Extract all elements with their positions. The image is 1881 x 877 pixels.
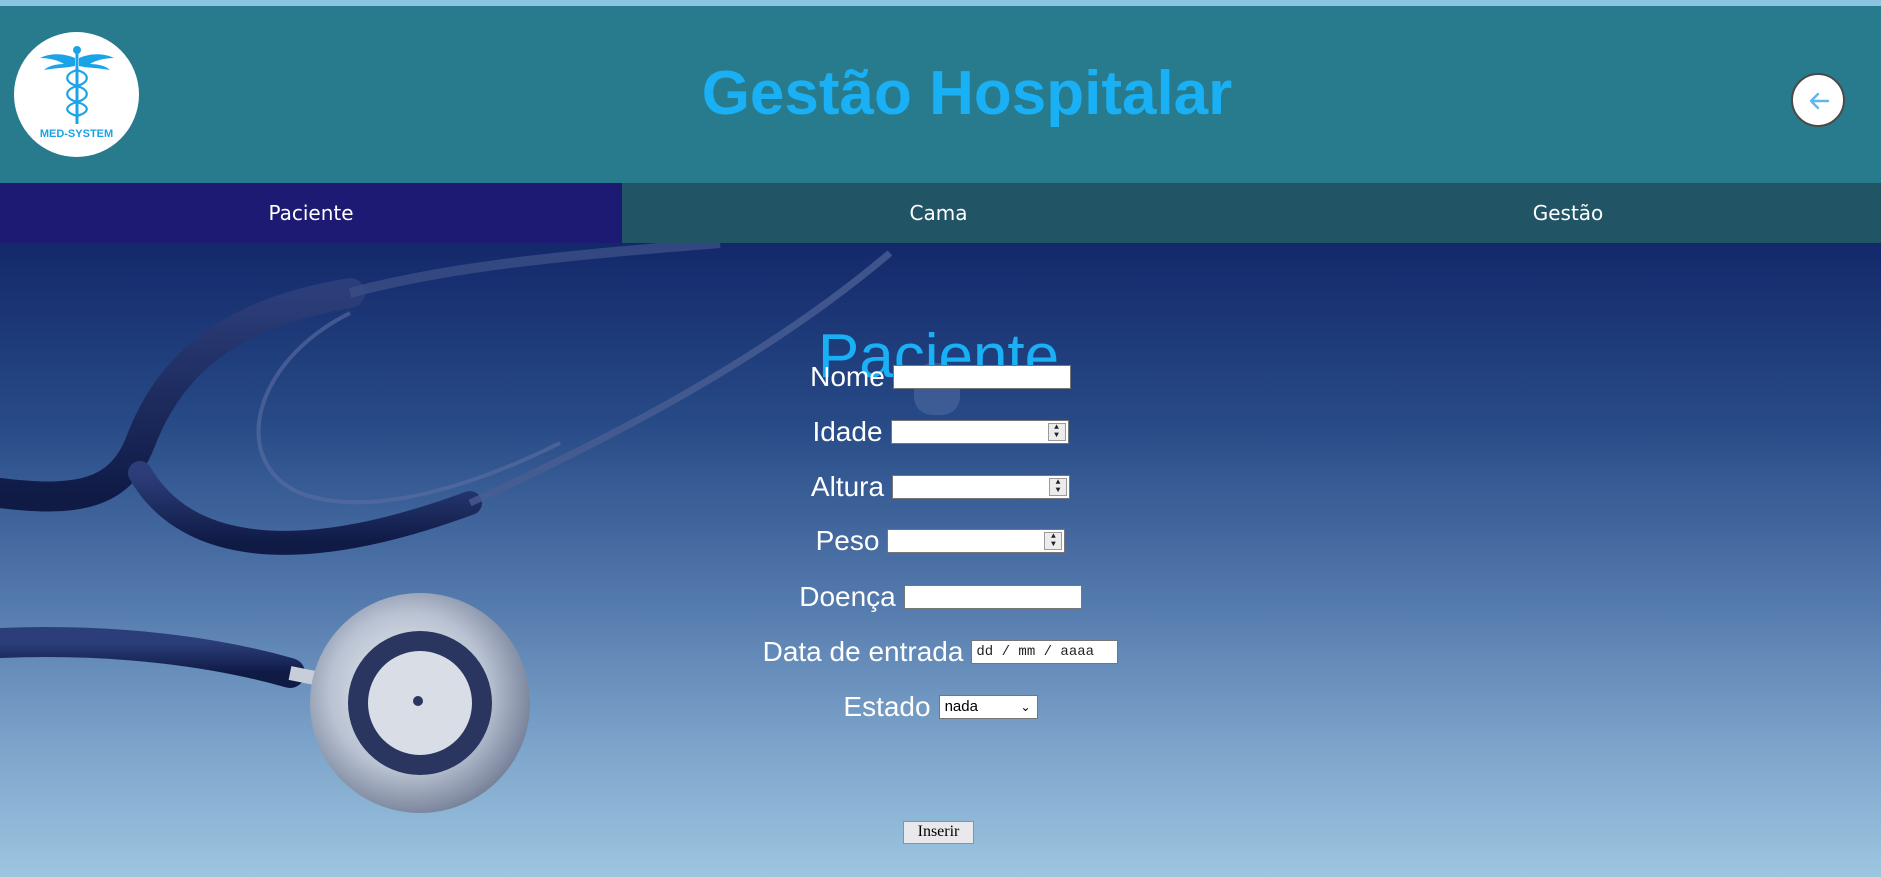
data-entrada-input[interactable]: dd / mm / aaaa <box>971 640 1119 664</box>
data-entrada-label: Data de entrada <box>762 636 964 667</box>
peso-row: Peso ▲ ▼ <box>0 525 1881 557</box>
idade-input[interactable]: ▲ ▼ <box>890 420 1069 444</box>
back-button[interactable] <box>1791 73 1845 127</box>
idade-row: Idade ▲ ▼ <box>0 416 1881 448</box>
nome-input[interactable] <box>892 365 1071 389</box>
tab-gestao[interactable]: Gestão <box>1255 183 1881 243</box>
estado-select[interactable]: nada ⌄ <box>938 695 1038 719</box>
nav-bar: Paciente Cama Gestão <box>0 183 1881 243</box>
tab-cama[interactable]: Cama <box>622 183 1255 243</box>
estado-label: Estado <box>843 691 931 722</box>
main-content: Paciente Nome Idade ▲ ▼ Altura ▲ ▼ Peso ▲ ▼ Do… <box>0 243 1881 877</box>
tab-paciente[interactable]: Paciente <box>0 183 622 243</box>
chevron-down-icon: ⌄ <box>1020 700 1031 714</box>
spinner-icon[interactable]: ▲ ▼ <box>1047 423 1066 441</box>
inserir-button[interactable]: Inserir <box>903 821 974 844</box>
nome-label: Nome <box>810 361 885 392</box>
idade-label: Idade <box>812 416 883 447</box>
doenca-label: Doença <box>799 581 896 612</box>
nome-row: Nome <box>0 361 1881 393</box>
doenca-row: Doença <box>0 581 1881 613</box>
page-title: Gestão Hospitalar <box>701 59 1233 128</box>
spinner-icon[interactable]: ▲ ▼ <box>1044 532 1063 550</box>
data-entrada-row: Data de entrada dd / mm / aaaa <box>0 636 1881 668</box>
altura-label: Altura <box>810 471 885 502</box>
header: MED-SYSTEM Gestão Hospitalar <box>0 6 1881 183</box>
arrow-left-icon <box>1809 92 1830 110</box>
spinner-icon[interactable]: ▲ ▼ <box>1049 478 1068 496</box>
altura-row: Altura ▲ ▼ <box>0 471 1881 503</box>
estado-selected: nada <box>944 698 978 715</box>
peso-label: Peso <box>815 525 880 556</box>
estado-row: Estado nada ⌄ <box>0 691 1881 723</box>
peso-input[interactable]: ▲ ▼ <box>887 529 1066 553</box>
doenca-input[interactable] <box>903 585 1082 609</box>
altura-input[interactable]: ▲ ▼ <box>892 475 1071 499</box>
